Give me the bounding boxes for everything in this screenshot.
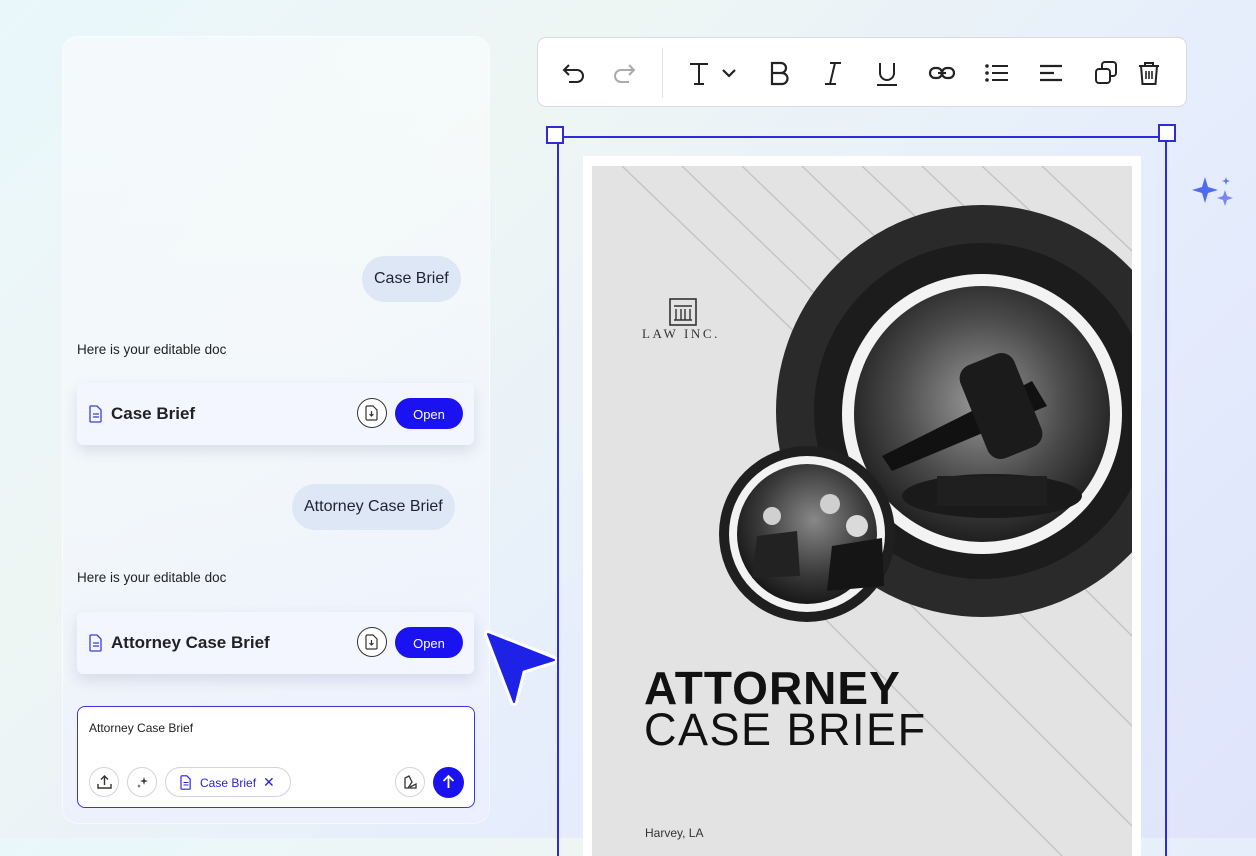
arrow-up-icon [442, 774, 455, 788]
align-left-button[interactable] [1037, 59, 1065, 87]
doc-card-title: Case Brief [111, 404, 196, 423]
sparkle-icon [137, 777, 148, 788]
upload-button[interactable] [89, 767, 119, 797]
chip-label: Case Brief [200, 776, 257, 790]
text-style-icon [690, 63, 736, 85]
open-button[interactable]: Open [395, 398, 463, 429]
close-icon[interactable]: ✕ [263, 768, 275, 797]
link-icon [928, 66, 956, 80]
document-icon [89, 405, 103, 423]
italic-button[interactable] [819, 59, 847, 87]
delete-icon [1139, 62, 1159, 85]
attached-doc-chip[interactable]: Case Brief ✕ [165, 767, 291, 797]
download-button[interactable] [357, 398, 387, 428]
send-button[interactable] [433, 767, 464, 798]
redo-icon [614, 64, 636, 83]
bold-button[interactable] [765, 59, 793, 87]
formatting-toolbar [537, 37, 1187, 107]
underline-icon [877, 63, 897, 86]
document-icon [180, 775, 192, 795]
duplicate-icon [1095, 61, 1117, 84]
bold-icon [770, 61, 789, 86]
undo-button[interactable] [560, 59, 588, 87]
assistant-message-text: Here is your editable doc [77, 570, 227, 585]
user-message-text: Attorney Case Brief [304, 498, 443, 515]
undo-icon [562, 64, 584, 83]
user-message-text: Case Brief [374, 270, 449, 287]
redo-button[interactable] [610, 59, 638, 87]
download-icon [365, 634, 378, 650]
ai-enhance-button[interactable] [127, 767, 157, 797]
open-button[interactable]: Open [395, 627, 463, 658]
logo-text: LAW INC. [642, 326, 721, 341]
cursor-pointer-icon [484, 630, 558, 706]
doc-card-title: Attorney Case Brief [111, 633, 270, 652]
user-message-bubble: Case Brief [362, 256, 461, 302]
download-button[interactable] [357, 627, 387, 657]
palette-icon [404, 775, 417, 789]
composer-input[interactable]: Attorney Case Brief [89, 721, 193, 735]
align-left-icon [1040, 64, 1062, 82]
link-button[interactable] [928, 59, 956, 87]
upload-icon [97, 775, 112, 789]
duplicate-button[interactable] [1092, 59, 1120, 87]
toolbar-divider [662, 48, 663, 98]
resize-handle-top-left[interactable] [546, 126, 564, 144]
resize-handle-top-right[interactable] [1158, 124, 1176, 142]
bulleted-list-icon [985, 64, 1008, 82]
user-message-bubble: Attorney Case Brief [292, 484, 455, 530]
download-icon [365, 405, 378, 421]
assistant-message-text: Here is your editable doc [77, 342, 227, 357]
document-cover[interactable]: LAW INC. ATTORNEY CASE BRIEF Harvey, LA [592, 166, 1132, 856]
delete-button[interactable] [1135, 59, 1163, 87]
text-style-dropdown[interactable] [686, 59, 746, 87]
underline-button[interactable] [873, 59, 901, 87]
template-button[interactable] [395, 767, 425, 797]
message-composer[interactable]: Attorney Case Brief Case Brief ✕ [77, 706, 475, 808]
sparkle-icon [1192, 177, 1233, 206]
italic-icon [825, 62, 841, 85]
bulleted-list-button[interactable] [982, 59, 1010, 87]
cover-subtitle[interactable]: CASE BRIEF [644, 706, 927, 754]
doc-card[interactable]: Attorney Case Brief Open [77, 612, 474, 674]
doc-card[interactable]: Case Brief Open [77, 383, 474, 445]
document-icon [89, 634, 103, 652]
